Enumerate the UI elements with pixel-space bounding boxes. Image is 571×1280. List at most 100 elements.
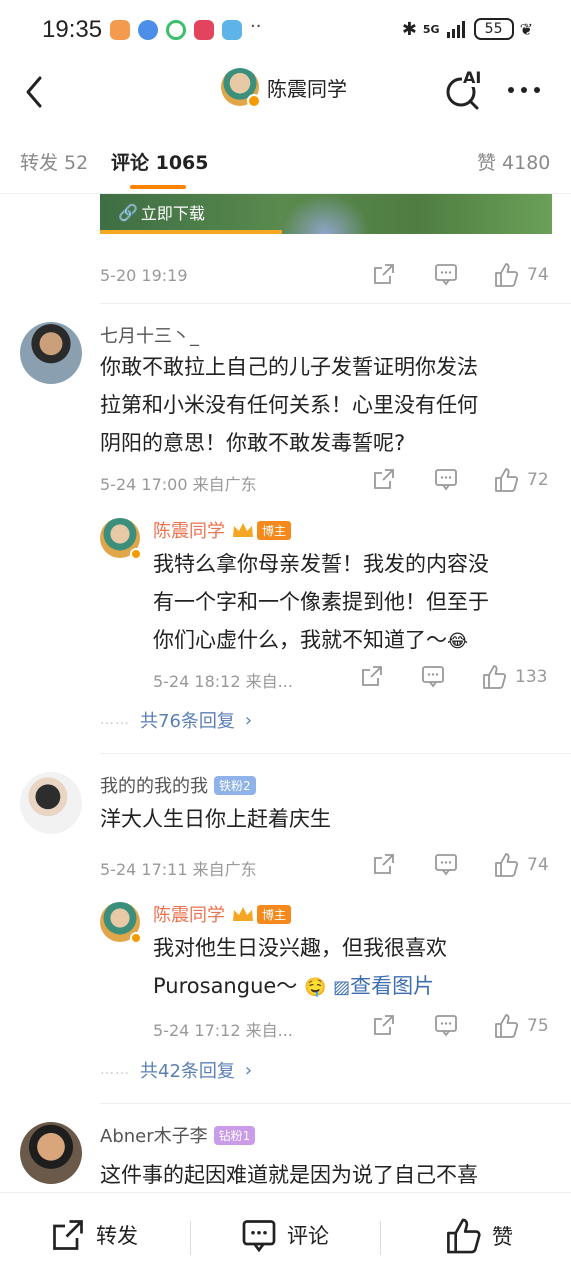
repost-button[interactable]: 转发 xyxy=(50,1217,138,1253)
status-right: ✱ 5G 55 ❦ xyxy=(402,18,533,40)
verified-badge-icon xyxy=(130,932,142,944)
more-replies-link[interactable]: …… 共76条回复 › xyxy=(100,707,252,733)
username-text[interactable]: 七月十三丶_ xyxy=(100,322,199,348)
fan-badge: 铁粉2 xyxy=(214,775,256,795)
reply-action[interactable] xyxy=(434,852,458,876)
reply-avatar[interactable] xyxy=(100,518,142,560)
blogger-badge: 博主 xyxy=(231,904,292,924)
comment-username[interactable]: 我的的我的我 铁粉2 xyxy=(100,772,256,798)
reply-line-with-image: Purosangue～ 🤤 ▨查看图片 xyxy=(153,967,563,1007)
crown-icon xyxy=(233,907,253,921)
share-icon xyxy=(374,469,394,489)
share-icon xyxy=(53,1220,83,1250)
ai-search-button[interactable]: AI xyxy=(444,68,486,110)
link-icon: 🔗 xyxy=(118,202,138,222)
tab-bar: 转发 52 评论 1065 赞 4180 xyxy=(0,130,571,194)
image-icon: ▨ xyxy=(333,977,351,998)
author-header[interactable]: 陈震同学 xyxy=(221,68,347,108)
repost-action[interactable] xyxy=(372,467,396,491)
username-text[interactable]: 我的的我的我 xyxy=(100,772,208,798)
reply-avatar[interactable] xyxy=(100,902,142,944)
download-label: 立即下载 xyxy=(140,204,205,223)
comment-button[interactable]: 评论 xyxy=(241,1217,329,1253)
more-options-button[interactable] xyxy=(508,82,548,98)
comment-icon xyxy=(435,469,457,491)
repost-action[interactable] xyxy=(360,664,384,688)
comment-line: 阴阳的意思！你敢不敢发毒誓呢? xyxy=(100,431,406,455)
battery-indicator: 55 xyxy=(473,18,514,40)
reply-line: Purosangue～ xyxy=(153,974,298,998)
more-dot-icon xyxy=(534,87,540,93)
reply-meta-row: 5-24 18:12 来自... 133 xyxy=(153,664,563,694)
comment-content: 你敢不敢拉上自己的儿子发誓证明你发法 拉第和小米没有任何关系！心里没有任何 阴阳… xyxy=(100,348,560,462)
like-action[interactable]: 72 xyxy=(493,467,549,493)
ai-label: AI xyxy=(462,68,483,87)
download-progress xyxy=(100,230,282,234)
repost-action[interactable] xyxy=(372,1013,396,1037)
comment-icon xyxy=(435,264,457,286)
reply-date-location: 5-24 18:12 来自... xyxy=(153,672,293,691)
username-text[interactable]: 陈震同学 xyxy=(153,517,225,543)
username-text[interactable]: 陈震同学 xyxy=(153,901,225,927)
preview-image-decoration xyxy=(280,194,370,234)
download-link[interactable]: 🔗 立即下载 xyxy=(118,200,205,224)
app-notification-icon xyxy=(110,20,130,40)
user-avatar[interactable] xyxy=(20,772,82,834)
repost-label: 转发 xyxy=(96,1224,138,1248)
view-image-text[interactable]: 查看图片 xyxy=(350,974,434,998)
author-avatar[interactable] xyxy=(221,68,261,108)
like-label: 赞 xyxy=(492,1225,513,1249)
dots-divider: …… xyxy=(100,712,130,728)
tab-likes[interactable]: 赞 4180 xyxy=(477,148,550,175)
comment-username[interactable]: 七月十三丶_ xyxy=(100,322,199,348)
comment-icon xyxy=(242,1220,276,1253)
like-action[interactable]: 75 xyxy=(493,1013,549,1039)
comment-line: 你敢不敢拉上自己的儿子发誓证明你发法 xyxy=(100,355,478,379)
repost-action[interactable] xyxy=(372,262,396,286)
comment-line: 洋大人生日你上赶着庆生 xyxy=(100,807,331,831)
media-preview[interactable]: 🔗 立即下载 xyxy=(100,194,552,234)
reply-line: 你们心虚什么，我就不知道了～ xyxy=(153,628,447,652)
tab-comments[interactable]: 评论 1065 xyxy=(111,148,209,175)
back-button[interactable] xyxy=(18,70,54,110)
header: 陈震同学 AI xyxy=(0,62,571,122)
app-notification-icon xyxy=(138,20,158,40)
author-name[interactable]: 陈震同学 xyxy=(267,73,347,102)
reply-content: 我对他生日没兴趣，但我很喜欢 Purosangue～ 🤤 ▨查看图片 xyxy=(153,929,563,1007)
comment-meta-row: 5-24 17:11 来自广东 74 xyxy=(100,852,560,882)
reply-username[interactable]: 陈震同学 博主 xyxy=(153,517,292,543)
reply-action[interactable] xyxy=(434,262,458,286)
share-icon xyxy=(362,666,382,686)
more-replies-text[interactable]: 共76条回复 xyxy=(140,707,235,733)
more-replies-text[interactable]: 共42条回复 xyxy=(140,1057,235,1083)
verified-badge-icon xyxy=(130,548,142,560)
view-image-link[interactable]: ▨查看图片 xyxy=(333,974,434,998)
like-button[interactable]: 赞 xyxy=(444,1217,513,1255)
thumbs-up-icon xyxy=(483,665,507,689)
comment-username[interactable]: Abner木子李 钻粉1 xyxy=(100,1122,256,1148)
reply-action[interactable] xyxy=(434,467,458,491)
reply-username[interactable]: 陈震同学 博主 xyxy=(153,901,292,927)
share-icon xyxy=(374,854,394,874)
more-replies-link[interactable]: …… 共42条回复 › xyxy=(100,1057,252,1083)
divider xyxy=(100,303,571,304)
leaf-icon: ❦ xyxy=(519,19,533,39)
tab-repost[interactable]: 转发 52 xyxy=(20,148,88,175)
reply-action[interactable] xyxy=(434,1013,458,1037)
comment-content: 洋大人生日你上赶着庆生 xyxy=(100,800,560,838)
reply-content: 我特么拿你母亲发誓！我发的内容没 有一个字和一个像素提到他！但至于 你们心虚什么… xyxy=(153,545,563,661)
like-count: 72 xyxy=(527,470,549,490)
bluetooth-icon: ✱ xyxy=(401,18,417,40)
blogger-tag: 博主 xyxy=(257,904,292,924)
like-action[interactable]: 74 xyxy=(493,852,549,878)
crown-icon xyxy=(233,523,253,537)
repost-action[interactable] xyxy=(372,852,396,876)
like-action[interactable]: 74 xyxy=(493,262,549,288)
user-avatar[interactable] xyxy=(20,1122,82,1184)
blogger-tag: 博主 xyxy=(257,520,292,540)
reply-action[interactable] xyxy=(421,664,445,688)
username-text[interactable]: Abner木子李 xyxy=(100,1122,208,1148)
like-action[interactable]: 133 xyxy=(481,664,547,690)
network-label: 5G xyxy=(422,22,440,36)
user-avatar[interactable] xyxy=(20,322,82,384)
